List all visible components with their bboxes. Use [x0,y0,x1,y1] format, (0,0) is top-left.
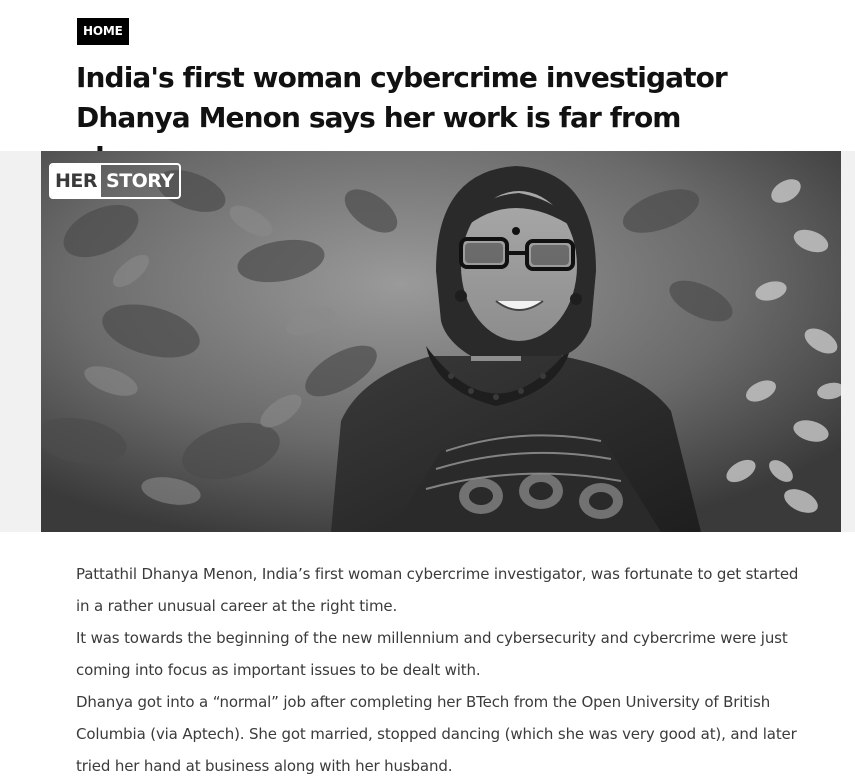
article-page: HOME India's first woman cybercrime inve… [0,0,855,776]
article-body: Pattathil Dhanya Menon, India’s first wo… [76,558,816,776]
logo-story-text: STORY [106,170,174,192]
herstory-logo: HER STORY [49,163,181,199]
logo-her-text: HER [51,165,102,197]
article-paragraph: Pattathil Dhanya Menon, India’s first wo… [76,565,799,615]
article-paragraph: It was towards the beginning of the new … [76,629,788,679]
home-category-badge[interactable]: HOME [77,18,129,45]
article-paragraph: Dhanya got into a “normal” job after com… [76,693,797,775]
portrait-photo [41,151,841,532]
hero-image: HER STORY [41,151,841,532]
